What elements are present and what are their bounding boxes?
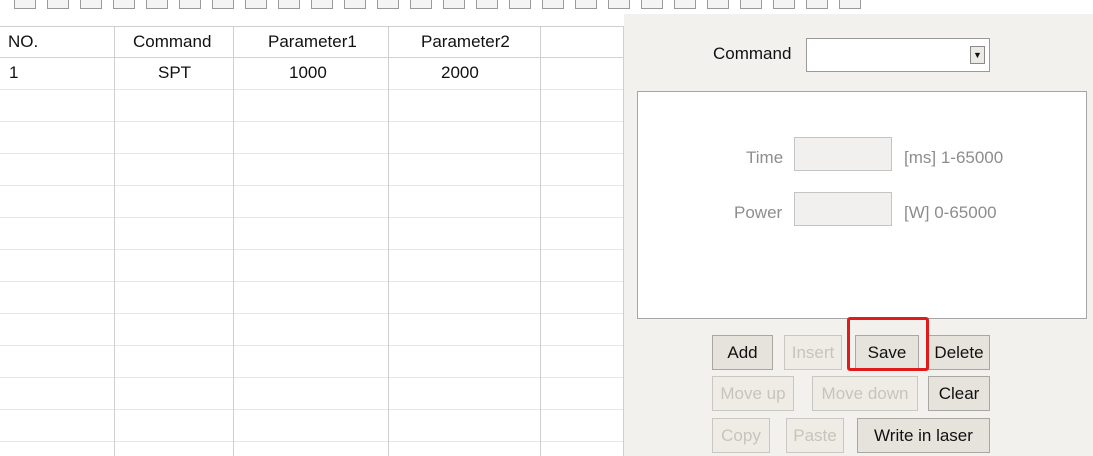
clear-button[interactable]: Clear	[928, 376, 990, 411]
cell-parameter1: 1000	[289, 63, 327, 82]
toolbar-button[interactable]	[410, 0, 432, 9]
dropdown-arrow-icon[interactable]: ▼	[970, 46, 985, 64]
toolbar-button[interactable]	[839, 0, 861, 9]
toolbar-button[interactable]	[113, 0, 135, 9]
write-in-laser-button[interactable]: Write in laser	[857, 418, 990, 453]
toolbar-button[interactable]	[740, 0, 762, 9]
toolbar-button[interactable]	[212, 0, 234, 9]
add-button[interactable]: Add	[712, 335, 773, 370]
command-select[interactable]: ▼	[806, 38, 990, 72]
toolbar-button[interactable]	[146, 0, 168, 9]
toolbar-button[interactable]	[476, 0, 498, 9]
cell-command: SPT	[158, 63, 192, 82]
toolbar-button[interactable]	[278, 0, 300, 9]
toolbar-button[interactable]	[509, 0, 531, 9]
toolbar-button[interactable]	[245, 0, 267, 9]
toolbar-button[interactable]	[344, 0, 366, 9]
toolbar-button[interactable]	[641, 0, 663, 9]
power-label: Power	[734, 203, 783, 222]
toolbar-button[interactable]	[575, 0, 597, 9]
toolbar-button[interactable]	[47, 0, 69, 9]
toolbar-button[interactable]	[773, 0, 795, 9]
copy-button[interactable]: Copy	[712, 418, 770, 453]
toolbar-button[interactable]	[443, 0, 465, 9]
column-header-command[interactable]: Command	[133, 27, 211, 57]
toolbar-button[interactable]	[14, 0, 36, 9]
power-range: [W] 0-65000	[904, 203, 997, 222]
time-label: Time	[746, 148, 784, 167]
toolbar-strip	[0, 0, 1093, 14]
power-input[interactable]	[794, 192, 892, 226]
insert-button[interactable]: Insert	[784, 335, 842, 370]
move-up-button[interactable]: Move up	[712, 376, 794, 411]
toolbar-button[interactable]	[674, 0, 696, 9]
delete-button[interactable]: Delete	[928, 335, 990, 370]
save-highlight-box	[847, 317, 929, 371]
column-header-no[interactable]: NO.	[8, 27, 38, 57]
toolbar-button[interactable]	[806, 0, 828, 9]
toolbar-button[interactable]	[179, 0, 201, 9]
toolbar-button[interactable]	[80, 0, 102, 9]
cell-parameter2: 2000	[441, 63, 479, 82]
column-header-parameter2[interactable]: Parameter2	[421, 27, 510, 57]
column-header-parameter1[interactable]: Parameter1	[268, 27, 357, 57]
time-input[interactable]	[794, 137, 892, 171]
time-range: [ms] 1-65000	[904, 148, 1004, 167]
toolbar-button[interactable]	[608, 0, 630, 9]
move-down-button[interactable]: Move down	[812, 376, 918, 411]
cell-no: 1	[9, 63, 19, 82]
toolbar-button[interactable]	[707, 0, 729, 9]
command-label: Command	[713, 44, 792, 63]
toolbar-button[interactable]	[311, 0, 333, 9]
paste-button[interactable]: Paste	[786, 418, 844, 453]
toolbar-button[interactable]	[542, 0, 564, 9]
command-table[interactable]: NO. Command Parameter1 Parameter2 1 SPT …	[0, 26, 624, 456]
toolbar-button[interactable]	[377, 0, 399, 9]
